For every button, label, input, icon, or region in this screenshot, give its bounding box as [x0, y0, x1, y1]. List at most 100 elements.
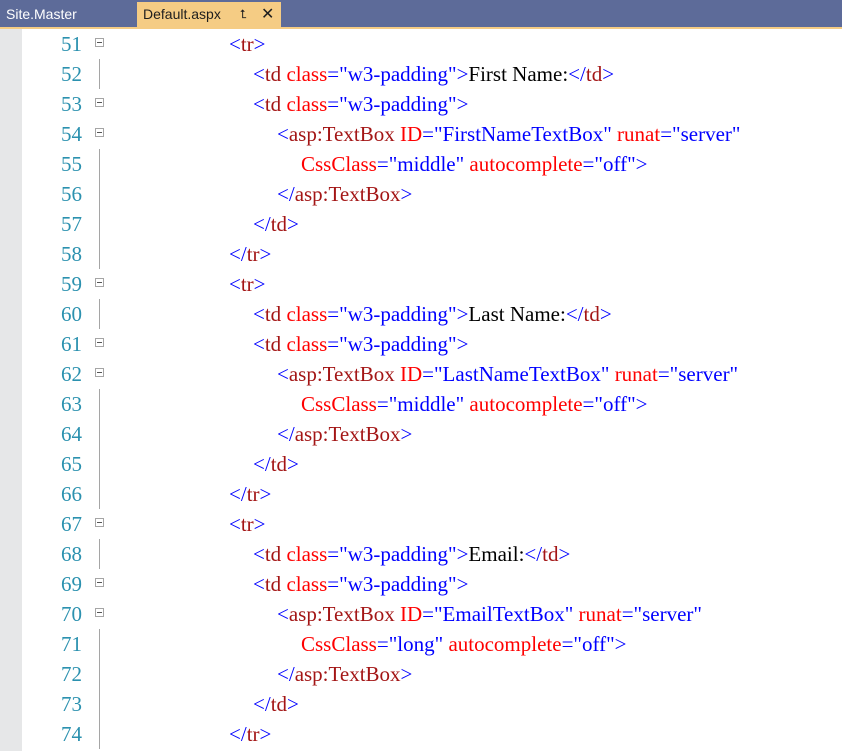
outline-guide [99, 689, 100, 719]
code-text: </tr> [229, 239, 271, 269]
code-line: 69 <td class="w3-padding"> [0, 569, 842, 599]
code-token: </ [253, 452, 271, 476]
code-token: > [599, 302, 612, 326]
code-text: </td> [253, 449, 299, 479]
code-token: > [287, 692, 299, 716]
tab-site-master[interactable]: Site.Master [0, 2, 136, 27]
code-token: < [253, 572, 265, 596]
code-text: </td> [253, 209, 299, 239]
code-token: class [286, 542, 328, 566]
code-token: < [253, 92, 265, 116]
code-token: ="off" [582, 392, 636, 416]
code-text: <asp:TextBox ID="LastNameTextBox" runat=… [277, 359, 738, 389]
code-token: First Name: [468, 62, 569, 86]
code-text: <tr> [229, 269, 266, 299]
code-line: 65 </td> [0, 449, 842, 479]
outline-guide [99, 659, 100, 689]
code-token: > [253, 512, 266, 536]
code-line: 60 <td class="w3-padding">Last Name:</td> [0, 299, 842, 329]
code-text: <td class="w3-padding"> [253, 569, 468, 599]
line-number: 71 [61, 632, 82, 656]
code-token: td [264, 302, 282, 326]
code-editor[interactable]: 51 <tr> 52 <td class="w3-padding">First Nam… [0, 29, 842, 751]
code-token: < [253, 62, 265, 86]
code-token: > [287, 212, 299, 236]
code-token: ="w3-padding" [327, 572, 457, 596]
line-number: 70 [61, 602, 82, 626]
code-token: runat [617, 122, 661, 146]
outline-guide [99, 59, 100, 89]
code-token: </ [565, 302, 584, 326]
line-number: 65 [61, 452, 82, 476]
outline-guide [99, 719, 100, 749]
code-line: 70 <asp:TextBox ID="EmailTextBox" runat="… [0, 599, 842, 629]
code-token: </ [277, 662, 295, 686]
code-token: class [286, 572, 328, 596]
code-token: > [635, 152, 648, 176]
code-token: tr [246, 242, 260, 266]
code-token: class [286, 92, 328, 116]
close-icon[interactable]: ✕ [261, 2, 274, 27]
tab-default-aspx[interactable]: Default.aspx ⮤ ✕ [137, 2, 281, 27]
code-line: 51 <tr> [0, 29, 842, 59]
line-number: 62 [61, 362, 82, 386]
line-number: 69 [61, 572, 82, 596]
collapse-toggle-icon[interactable] [95, 608, 104, 617]
collapse-toggle-icon[interactable] [95, 368, 104, 377]
code-token: autocomplete [448, 632, 562, 656]
code-token: < [229, 32, 241, 56]
code-token: > [635, 392, 648, 416]
code-token: asp:TextBox [288, 602, 395, 626]
outline-guide [99, 209, 100, 239]
code-token: > [456, 542, 469, 566]
code-token: ="w3-padding" [327, 542, 457, 566]
collapse-toggle-icon[interactable] [95, 38, 104, 47]
collapse-toggle-icon[interactable] [95, 128, 104, 137]
code-text: CssClass="middle" autocomplete="off"> [301, 149, 648, 179]
code-text: </tr> [229, 479, 271, 509]
code-text: <td class="w3-padding">First Name:</td> [253, 59, 614, 89]
line-number: 67 [61, 512, 82, 536]
code-token: td [270, 692, 288, 716]
code-line: 71 CssClass="long" autocomplete="off"> [0, 629, 842, 659]
code-token: td [264, 92, 282, 116]
code-token: </ [277, 422, 295, 446]
code-token: </ [568, 62, 586, 86]
collapse-toggle-icon[interactable] [95, 578, 104, 587]
code-token: > [287, 452, 299, 476]
collapse-toggle-icon[interactable] [95, 278, 104, 287]
collapse-toggle-icon[interactable] [95, 338, 104, 347]
code-text: </td> [253, 689, 299, 719]
code-token: tr [240, 272, 254, 296]
code-token: class [286, 332, 328, 356]
code-token: ="FirstNameTextBox" [422, 122, 612, 146]
code-token: ="middle" [376, 392, 465, 416]
code-token: asp:TextBox [288, 362, 395, 386]
line-number: 51 [61, 32, 82, 56]
code-token: CssClass [301, 632, 377, 656]
code-token: ="server" [660, 122, 741, 146]
code-text: <tr> [229, 509, 266, 539]
line-number: 57 [61, 212, 82, 236]
code-token: td [264, 62, 282, 86]
collapse-toggle-icon[interactable] [95, 518, 104, 527]
code-token: > [253, 272, 266, 296]
pin-icon[interactable]: ⮤ [240, 2, 247, 27]
code-token: </ [229, 482, 247, 506]
code-token: > [400, 662, 413, 686]
collapse-toggle-icon[interactable] [95, 98, 104, 107]
code-token: asp:TextBox [294, 182, 401, 206]
line-number: 63 [61, 392, 82, 416]
code-line: 64 </asp:TextBox> [0, 419, 842, 449]
code-token: CssClass [301, 152, 377, 176]
code-token: > [456, 62, 469, 86]
code-token: > [400, 182, 413, 206]
code-token: ="EmailTextBox" [422, 602, 574, 626]
code-token: runat [578, 602, 622, 626]
code-token: </ [253, 212, 271, 236]
outline-guide [99, 629, 100, 659]
code-token: Last Name: [468, 302, 566, 326]
code-line: 52 <td class="w3-padding">First Name:</td… [0, 59, 842, 89]
line-number: 59 [61, 272, 82, 296]
code-token: > [259, 482, 272, 506]
